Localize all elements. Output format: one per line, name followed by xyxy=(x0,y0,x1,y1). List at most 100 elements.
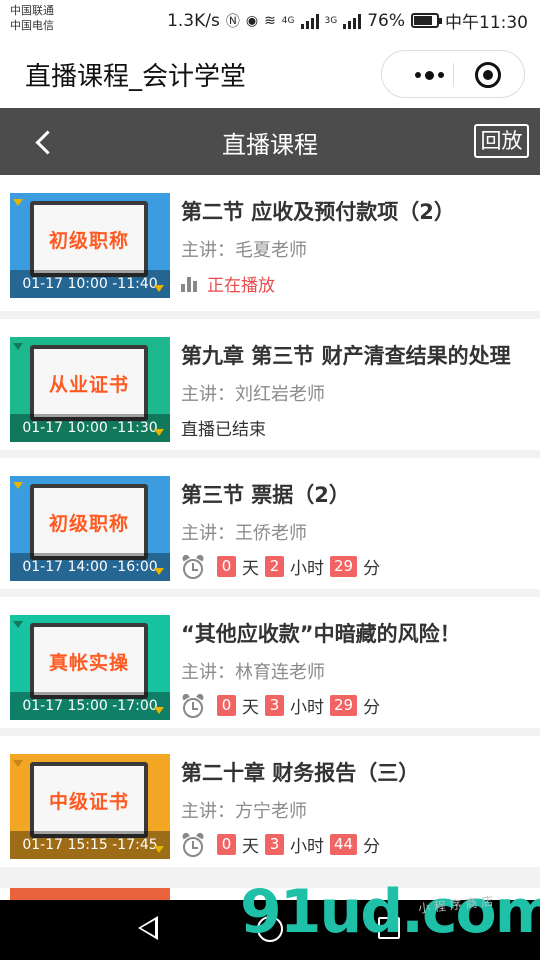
hour-unit: 小时 xyxy=(290,698,324,718)
thumbnail-label: 初级职称 xyxy=(48,229,129,252)
signal-icon xyxy=(300,13,319,29)
screen-graphic: 中级证书 xyxy=(30,762,148,838)
battery-icon xyxy=(411,13,442,28)
countdown: 0 天 3 小时 29 分 xyxy=(181,692,381,718)
clock-time: 中午11:30 xyxy=(445,13,528,33)
course-thumbnail: 初级职称 01-17 14:00 -16:00 xyxy=(10,476,170,581)
course-thumbnail: 从业证书 01-17 10:00 -11:30 xyxy=(10,337,170,442)
corner-triangle-icon xyxy=(13,621,23,628)
course-time: 01-17 15:00 -17:00 xyxy=(10,692,170,720)
day-unit: 天 xyxy=(242,559,259,579)
eye-icon: ◉ xyxy=(245,12,259,29)
course-item[interactable]: 真帐实操 01-17 15:00 -17:00 “其他应收款”中暗藏的风险！ 主… xyxy=(0,597,540,728)
page-title: 直播课程 xyxy=(222,131,318,159)
screen-graphic: 真帐实操 xyxy=(30,623,148,699)
status-text: 正在播放 xyxy=(207,276,275,296)
miniprogram-capsule xyxy=(381,50,525,98)
course-time: 01-17 14:00 -16:00 xyxy=(10,553,170,581)
course-title: 第九章 第三节 财产清查结果的处理 xyxy=(181,344,511,368)
minute-unit: 分 xyxy=(363,698,381,718)
corner-triangle-icon xyxy=(154,429,164,436)
countdown-days: 0 xyxy=(217,834,236,855)
course-item[interactable]: 中级证书 01-17 15:15 -17:45 第二十章 财务报告（三） 主讲：… xyxy=(0,736,540,867)
course-thumbnail xyxy=(10,888,170,900)
course-thumbnail: 中级证书 01-17 15:15 -17:45 xyxy=(10,754,170,859)
countdown: 0 天 2 小时 29 分 xyxy=(181,553,381,579)
thumbnail-label: 初级职称 xyxy=(48,512,129,535)
hour-unit: 小时 xyxy=(290,559,324,579)
course-thumbnail: 真帐实操 01-17 15:00 -17:00 xyxy=(10,615,170,720)
screen-graphic: 从业证书 xyxy=(30,345,148,421)
replay-button[interactable]: 回放 xyxy=(474,124,529,158)
course-teacher: 主讲：林育连老师 xyxy=(181,662,325,683)
countdown-days: 0 xyxy=(217,556,236,577)
system-back-icon[interactable] xyxy=(138,916,158,940)
battery-percent: 76% xyxy=(367,10,405,31)
day-unit: 天 xyxy=(242,698,259,718)
app-header: 直播课程_会计学堂 xyxy=(0,40,540,108)
countdown-days: 0 xyxy=(217,695,236,716)
countdown-minutes: 44 xyxy=(330,834,358,855)
countdown-hours: 3 xyxy=(265,695,284,716)
playing-bars-icon xyxy=(181,276,197,292)
alarm-clock-icon xyxy=(181,692,205,718)
alarm-clock-icon xyxy=(181,553,205,579)
wifi-icon: ≋ xyxy=(264,12,276,29)
course-title: 第二十章 财务报告（三） xyxy=(181,761,420,785)
status-icons: 1.3K/s Ⓝ ◉ ≋ 4G 3G 76% 中午11:30 xyxy=(167,8,528,34)
network-type-4g: 4G xyxy=(281,15,295,26)
course-title: 第三节 票据（2） xyxy=(181,483,350,507)
minute-unit: 分 xyxy=(363,837,381,857)
screen-graphic: 初级职称 xyxy=(30,484,148,560)
course-time: 01-17 10:00 -11:40 xyxy=(10,270,170,298)
carrier-1: 中国联通 xyxy=(10,4,54,17)
course-item[interactable]: 初级职称 01-17 14:00 -16:00 第三节 票据（2） 主讲：王侨老… xyxy=(0,458,540,589)
course-list: 初级职称 01-17 10:00 -11:40 第二节 应收及预付款项（2） 主… xyxy=(0,175,540,867)
course-title: “其他应收款”中暗藏的风险！ xyxy=(181,622,461,646)
course-thumbnail: 初级职称 01-17 10:00 -11:40 xyxy=(10,193,170,298)
nav-bar: 直播课程 回放 xyxy=(0,108,540,175)
course-time: 01-17 10:00 -11:30 xyxy=(10,414,170,442)
corner-triangle-icon xyxy=(154,707,164,714)
countdown-minutes: 29 xyxy=(330,556,358,577)
minute-unit: 分 xyxy=(363,559,381,579)
alarm-clock-icon xyxy=(181,831,205,857)
course-item[interactable]: 从业证书 01-17 10:00 -11:30 第九章 第三节 财产清查结果的处… xyxy=(0,319,540,450)
course-teacher: 主讲：毛夏老师 xyxy=(181,240,307,261)
corner-triangle-icon xyxy=(13,482,23,489)
watermark-logo: 91ud.com xyxy=(240,877,540,947)
thumbnail-label: 从业证书 xyxy=(48,373,129,396)
countdown-hours: 3 xyxy=(265,834,284,855)
course-item[interactable]: 初级职称 01-17 10:00 -11:40 第二节 应收及预付款项（2） 主… xyxy=(0,175,540,311)
corner-triangle-icon xyxy=(13,343,23,350)
countdown-hours: 2 xyxy=(265,556,284,577)
course-teacher: 主讲：刘红岩老师 xyxy=(181,384,325,405)
carrier-info: 中国联通 中国电信 xyxy=(10,3,54,33)
corner-triangle-icon xyxy=(154,846,164,853)
app-title: 直播课程_会计学堂 xyxy=(25,62,247,92)
more-menu-button[interactable] xyxy=(406,61,452,89)
course-time: 01-17 15:15 -17:45 xyxy=(10,831,170,859)
thumbnail-label: 真帐实操 xyxy=(48,651,129,674)
countdown: 0 天 3 小时 44 分 xyxy=(181,831,381,857)
capsule-divider xyxy=(453,63,454,87)
course-teacher: 主讲：王侨老师 xyxy=(181,523,307,544)
carrier-2: 中国电信 xyxy=(10,19,54,32)
course-teacher: 主讲：方宁老师 xyxy=(181,801,307,822)
corner-triangle-icon xyxy=(13,199,23,206)
close-miniprogram-button[interactable] xyxy=(475,62,501,88)
day-unit: 天 xyxy=(242,837,259,857)
network-speed: 1.3K/s xyxy=(167,10,220,31)
status-bar: 中国联通 中国电信 1.3K/s Ⓝ ◉ ≋ 4G 3G 76% 中午11:30 xyxy=(0,0,540,40)
network-type-3g: 3G xyxy=(324,15,338,26)
countdown-minutes: 29 xyxy=(330,695,358,716)
hour-unit: 小时 xyxy=(290,837,324,857)
course-status: 直播已结束 xyxy=(181,415,266,440)
corner-triangle-icon xyxy=(154,285,164,292)
screen-graphic: 初级职称 xyxy=(30,201,148,277)
corner-triangle-icon xyxy=(154,568,164,575)
course-status: 正在播放 xyxy=(181,271,275,296)
nfc-icon: Ⓝ xyxy=(225,13,240,30)
course-title: 第二节 应收及预付款项（2） xyxy=(181,200,455,224)
corner-triangle-icon xyxy=(13,760,23,767)
